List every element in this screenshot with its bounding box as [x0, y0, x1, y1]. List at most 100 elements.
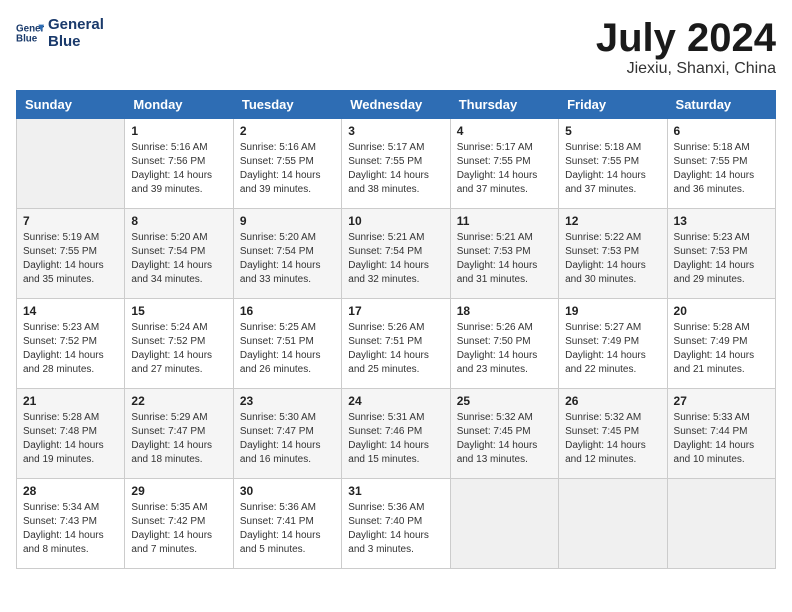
cell-info: Sunrise: 5:28 AM Sunset: 7:48 PM Dayligh…	[23, 411, 118, 467]
calendar-cell: 12Sunrise: 5:22 AM Sunset: 7:53 PM Dayli…	[559, 209, 667, 299]
cell-info: Sunrise: 5:19 AM Sunset: 7:55 PM Dayligh…	[23, 231, 118, 287]
cell-info: Sunrise: 5:35 AM Sunset: 7:42 PM Dayligh…	[131, 501, 226, 557]
calendar-cell	[17, 119, 125, 209]
calendar-cell	[667, 479, 775, 569]
day-number: 20	[674, 304, 769, 318]
cell-info: Sunrise: 5:31 AM Sunset: 7:46 PM Dayligh…	[348, 411, 443, 467]
calendar-cell: 16 Sunrise: 5:25 AM Sunset: 7:51 PM Dayli…	[233, 299, 341, 389]
cell-info: Sunrise: 5:32 AM Sunset: 7:45 PM Dayligh…	[565, 411, 660, 467]
day-number: 11	[457, 214, 552, 228]
logo-general: General	[48, 16, 104, 33]
day-number: 5	[565, 124, 660, 138]
calendar-cell: 14 Sunrise: 5:23 AM Sunset: 7:52 PM Dayli…	[17, 299, 125, 389]
cell-info: Sunrise: 5:36 AM Sunset: 7:41 PM Dayligh…	[240, 501, 335, 557]
day-number: 8	[131, 214, 226, 228]
location: Jiexiu, Shanxi, China	[596, 60, 776, 78]
day-number: 29	[131, 484, 226, 498]
cell-info: Sunrise: 5:23 AM Sunset: 7:53 PM Dayligh…	[674, 231, 769, 287]
calendar-cell	[450, 479, 558, 569]
calendar-cell: 29 Sunrise: 5:35 AM Sunset: 7:42 PM Dayli…	[125, 479, 233, 569]
cell-info: Sunrise: 5:20 AM Sunset: 7:54 PM Dayligh…	[240, 231, 335, 287]
page-header: General Blue General Blue July 2024 Jiex…	[16, 16, 776, 78]
day-number: 27	[674, 394, 769, 408]
calendar-cell: 9Sunrise: 5:20 AM Sunset: 7:54 PM Daylig…	[233, 209, 341, 299]
day-header-friday: Friday	[559, 91, 667, 119]
calendar-cell: 18Sunrise: 5:26 AM Sunset: 7:50 PM Dayli…	[450, 299, 558, 389]
svg-text:Blue: Blue	[16, 33, 38, 44]
calendar-cell: 4 Sunrise: 5:17 AM Sunset: 7:55 PM Daylig…	[450, 119, 558, 209]
day-number: 10	[348, 214, 443, 228]
day-header-tuesday: Tuesday	[233, 91, 341, 119]
cell-info: Sunrise: 5:36 AM Sunset: 7:40 PM Dayligh…	[348, 501, 443, 557]
cell-info: Sunrise: 5:16 AM Sunset: 7:56 PM Dayligh…	[131, 141, 226, 197]
day-number: 26	[565, 394, 660, 408]
cell-info: Sunrise: 5:25 AM Sunset: 7:51 PM Dayligh…	[240, 321, 335, 377]
calendar-cell: 10 Sunrise: 5:21 AM Sunset: 7:54 PM Dayli…	[342, 209, 450, 299]
cell-info: Sunrise: 5:27 AM Sunset: 7:49 PM Dayligh…	[565, 321, 660, 377]
calendar-cell: 15 Sunrise: 5:24 AM Sunset: 7:52 PM Dayli…	[125, 299, 233, 389]
logo-icon: General Blue	[16, 19, 44, 47]
day-number: 30	[240, 484, 335, 498]
day-header-wednesday: Wednesday	[342, 91, 450, 119]
calendar-cell: 2Sunrise: 5:16 AM Sunset: 7:55 PM Daylig…	[233, 119, 341, 209]
day-number: 17	[348, 304, 443, 318]
calendar-cell: 21 Sunrise: 5:28 AM Sunset: 7:48 PM Dayli…	[17, 389, 125, 479]
day-number: 15	[131, 304, 226, 318]
day-number: 28	[23, 484, 118, 498]
calendar-cell: 5 Sunrise: 5:18 AM Sunset: 7:55 PM Daylig…	[559, 119, 667, 209]
day-number: 31	[348, 484, 443, 498]
day-number: 18	[457, 304, 552, 318]
cell-info: Sunrise: 5:18 AM Sunset: 7:55 PM Dayligh…	[565, 141, 660, 197]
calendar-cell: 13Sunrise: 5:23 AM Sunset: 7:53 PM Dayli…	[667, 209, 775, 299]
cell-info: Sunrise: 5:29 AM Sunset: 7:47 PM Dayligh…	[131, 411, 226, 467]
cell-info: Sunrise: 5:21 AM Sunset: 7:54 PM Dayligh…	[348, 231, 443, 287]
calendar-cell: 6Sunrise: 5:18 AM Sunset: 7:55 PM Daylig…	[667, 119, 775, 209]
day-number: 1	[131, 124, 226, 138]
day-number: 14	[23, 304, 118, 318]
cell-info: Sunrise: 5:23 AM Sunset: 7:52 PM Dayligh…	[23, 321, 118, 377]
cell-info: Sunrise: 5:22 AM Sunset: 7:53 PM Dayligh…	[565, 231, 660, 287]
day-number: 21	[23, 394, 118, 408]
cell-info: Sunrise: 5:17 AM Sunset: 7:55 PM Dayligh…	[457, 141, 552, 197]
calendar-cell: 19 Sunrise: 5:27 AM Sunset: 7:49 PM Dayli…	[559, 299, 667, 389]
day-number: 2	[240, 124, 335, 138]
day-number: 19	[565, 304, 660, 318]
calendar-cell: 24 Sunrise: 5:31 AM Sunset: 7:46 PM Dayli…	[342, 389, 450, 479]
cell-info: Sunrise: 5:17 AM Sunset: 7:55 PM Dayligh…	[348, 141, 443, 197]
calendar-cell	[559, 479, 667, 569]
day-header-monday: Monday	[125, 91, 233, 119]
month-title: July 2024	[596, 16, 776, 60]
calendar-cell: 31 Sunrise: 5:36 AM Sunset: 7:40 PM Dayli…	[342, 479, 450, 569]
cell-info: Sunrise: 5:34 AM Sunset: 7:43 PM Dayligh…	[23, 501, 118, 557]
day-number: 25	[457, 394, 552, 408]
calendar-cell: 17 Sunrise: 5:26 AM Sunset: 7:51 PM Dayli…	[342, 299, 450, 389]
calendar-table: SundayMondayTuesdayWednesdayThursdayFrid…	[16, 90, 776, 569]
day-number: 16	[240, 304, 335, 318]
calendar-cell: 30 Sunrise: 5:36 AM Sunset: 7:41 PM Dayli…	[233, 479, 341, 569]
day-number: 22	[131, 394, 226, 408]
title-block: July 2024 Jiexiu, Shanxi, China	[596, 16, 776, 78]
day-number: 3	[348, 124, 443, 138]
day-number: 7	[23, 214, 118, 228]
calendar-cell: 23Sunrise: 5:30 AM Sunset: 7:47 PM Dayli…	[233, 389, 341, 479]
cell-info: Sunrise: 5:26 AM Sunset: 7:51 PM Dayligh…	[348, 321, 443, 377]
day-number: 6	[674, 124, 769, 138]
day-header-saturday: Saturday	[667, 91, 775, 119]
cell-info: Sunrise: 5:30 AM Sunset: 7:47 PM Dayligh…	[240, 411, 335, 467]
day-header-sunday: Sunday	[17, 91, 125, 119]
day-number: 4	[457, 124, 552, 138]
logo: General Blue General Blue	[16, 16, 104, 50]
day-number: 24	[348, 394, 443, 408]
calendar-cell: 20Sunrise: 5:28 AM Sunset: 7:49 PM Dayli…	[667, 299, 775, 389]
calendar-cell: 1 Sunrise: 5:16 AM Sunset: 7:56 PM Daylig…	[125, 119, 233, 209]
calendar-cell: 28 Sunrise: 5:34 AM Sunset: 7:43 PM Dayli…	[17, 479, 125, 569]
calendar-cell: 3 Sunrise: 5:17 AM Sunset: 7:55 PM Daylig…	[342, 119, 450, 209]
calendar-cell: 26 Sunrise: 5:32 AM Sunset: 7:45 PM Dayli…	[559, 389, 667, 479]
calendar-cell: 25Sunrise: 5:32 AM Sunset: 7:45 PM Dayli…	[450, 389, 558, 479]
cell-info: Sunrise: 5:20 AM Sunset: 7:54 PM Dayligh…	[131, 231, 226, 287]
calendar-cell: 7 Sunrise: 5:19 AM Sunset: 7:55 PM Daylig…	[17, 209, 125, 299]
day-header-thursday: Thursday	[450, 91, 558, 119]
cell-info: Sunrise: 5:24 AM Sunset: 7:52 PM Dayligh…	[131, 321, 226, 377]
cell-info: Sunrise: 5:33 AM Sunset: 7:44 PM Dayligh…	[674, 411, 769, 467]
calendar-cell: 8 Sunrise: 5:20 AM Sunset: 7:54 PM Daylig…	[125, 209, 233, 299]
